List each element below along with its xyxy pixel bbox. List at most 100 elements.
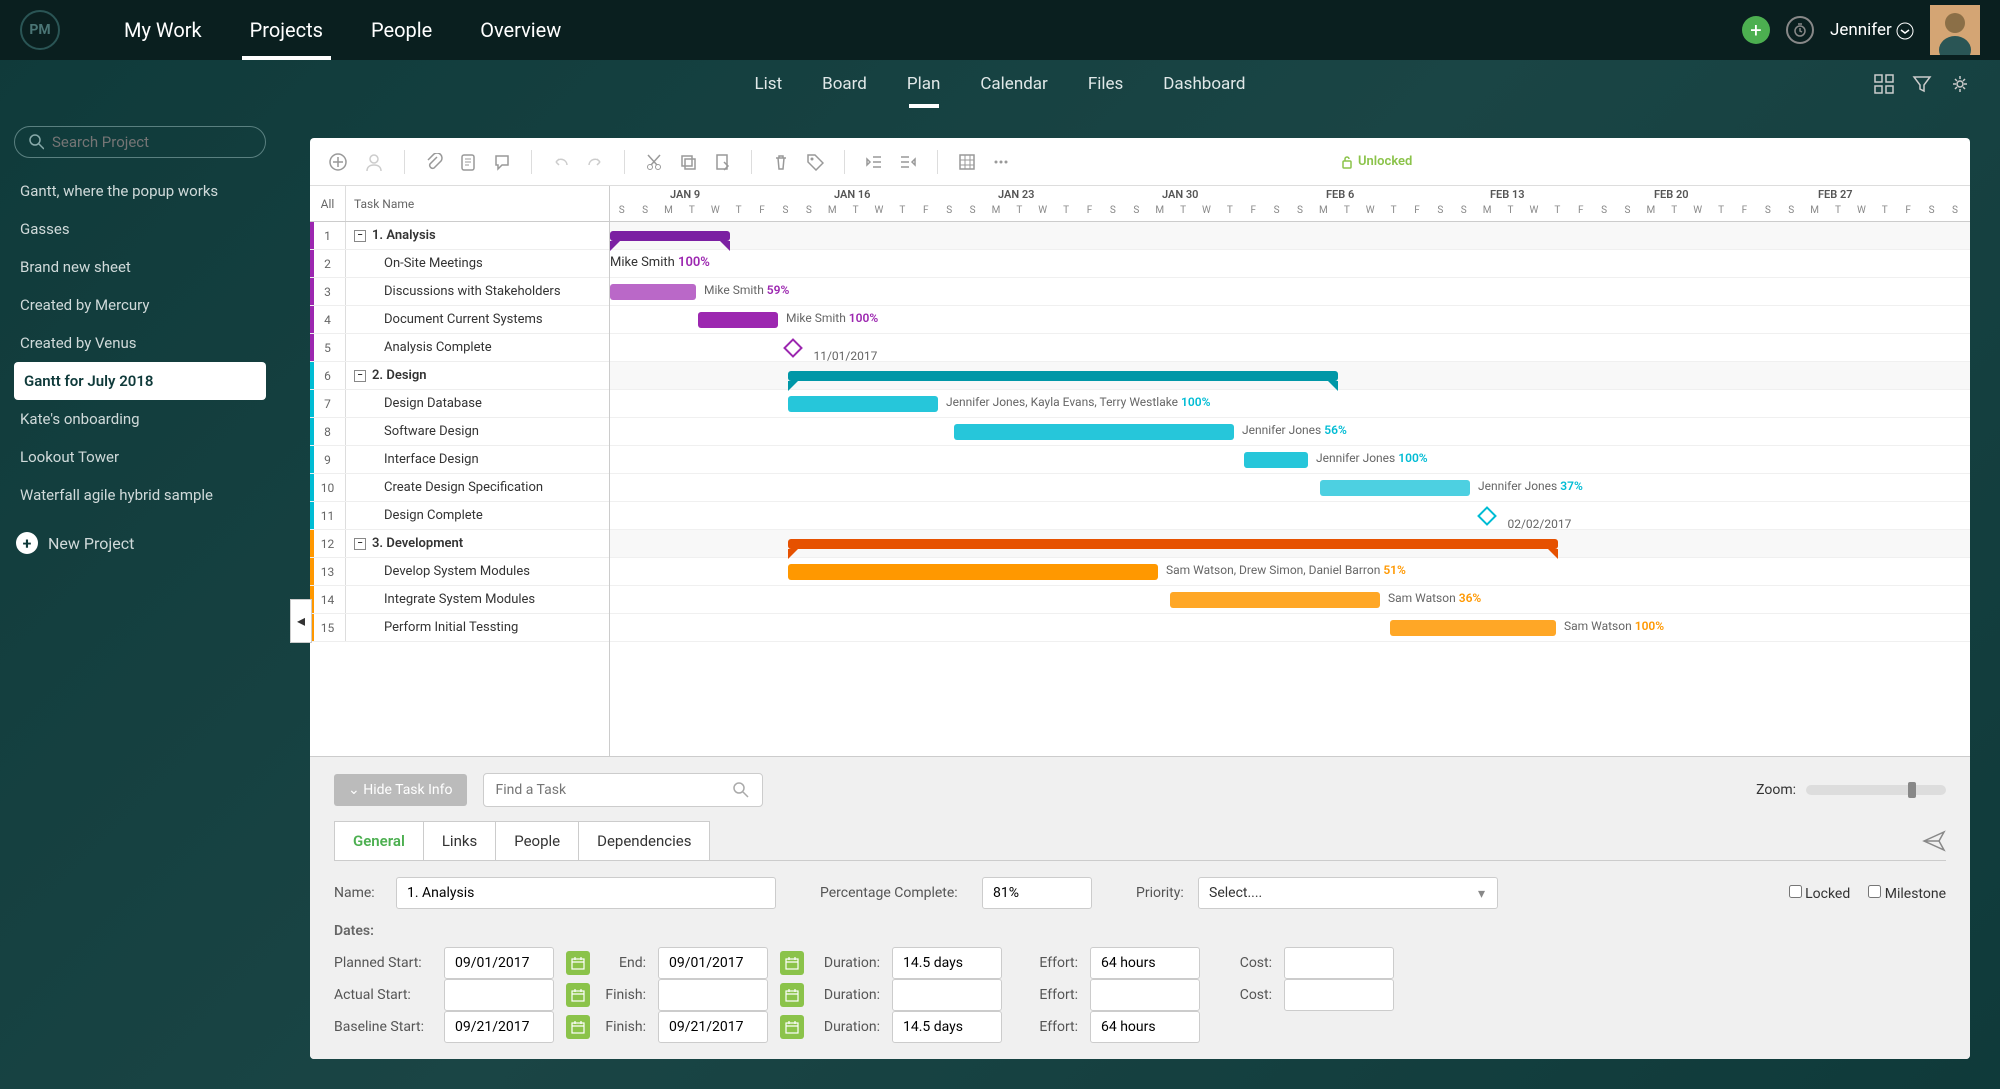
cost-input[interactable] bbox=[1284, 947, 1394, 979]
task-row[interactable]: 4 Document Current Systems bbox=[310, 306, 609, 334]
search-input[interactable] bbox=[52, 133, 251, 151]
copy-icon[interactable] bbox=[679, 153, 697, 171]
project-item[interactable]: Kate's onboarding bbox=[14, 400, 266, 438]
project-item[interactable]: Created by Mercury bbox=[14, 286, 266, 324]
subnav-dashboard[interactable]: Dashboard bbox=[1143, 60, 1265, 108]
add-task-icon[interactable] bbox=[328, 152, 348, 172]
tab-people[interactable]: People bbox=[495, 821, 579, 860]
date-input[interactable] bbox=[658, 979, 768, 1011]
subnav-plan[interactable]: Plan bbox=[887, 60, 961, 108]
summary-bar[interactable] bbox=[788, 539, 1558, 549]
timer-button[interactable] bbox=[1786, 16, 1814, 44]
task-bar[interactable]: Mike Smith 59% bbox=[610, 284, 696, 300]
send-icon[interactable] bbox=[1922, 829, 1946, 853]
task-bar[interactable]: Jennifer Jones, Kayla Evans, Terry Westl… bbox=[788, 396, 938, 412]
paste-icon[interactable] bbox=[713, 153, 731, 171]
collapse-sidebar-handle[interactable]: ◂ bbox=[290, 599, 312, 643]
task-row[interactable]: 15 Perform Initial Tessting bbox=[310, 614, 609, 642]
task-row[interactable]: 8 Software Design bbox=[310, 418, 609, 446]
task-row[interactable]: 1 − 1. Analysis bbox=[310, 222, 609, 250]
lock-status[interactable]: Unlocked bbox=[1340, 154, 1412, 169]
effort-input[interactable] bbox=[1090, 1011, 1200, 1043]
assign-icon[interactable] bbox=[364, 152, 384, 172]
calendar-icon[interactable] bbox=[566, 983, 590, 1007]
comment-icon[interactable] bbox=[493, 153, 511, 171]
grid-view-icon[interactable] bbox=[1874, 74, 1894, 94]
search-project[interactable] bbox=[14, 126, 266, 158]
milestone-marker[interactable]: 11/01/2017 bbox=[783, 338, 803, 358]
task-row[interactable]: 13 Develop System Modules bbox=[310, 558, 609, 586]
nav-overview[interactable]: Overview bbox=[456, 0, 585, 60]
project-item[interactable]: Brand new sheet bbox=[14, 248, 266, 286]
task-row[interactable]: 5 Analysis Complete bbox=[310, 334, 609, 362]
attach-icon[interactable] bbox=[425, 153, 443, 171]
project-item[interactable]: Created by Venus bbox=[14, 324, 266, 362]
project-item[interactable]: Lookout Tower bbox=[14, 438, 266, 476]
subnav-calendar[interactable]: Calendar bbox=[960, 60, 1067, 108]
collapse-icon[interactable]: − bbox=[354, 230, 366, 242]
calendar-icon[interactable] bbox=[780, 983, 804, 1007]
timeline-column[interactable]: JAN 9JAN 16JAN 23JAN 30FEB 6FEB 13FEB 20… bbox=[610, 186, 1970, 756]
task-bar[interactable]: Jennifer Jones 37% bbox=[1320, 480, 1470, 496]
tab-links[interactable]: Links bbox=[423, 821, 496, 860]
zoom-slider[interactable] bbox=[1806, 785, 1946, 795]
pct-field[interactable] bbox=[982, 877, 1092, 909]
task-row[interactable]: 9 Interface Design bbox=[310, 446, 609, 474]
find-task[interactable] bbox=[483, 773, 763, 807]
indent-icon[interactable] bbox=[899, 153, 917, 171]
calendar-icon[interactable] bbox=[566, 1015, 590, 1039]
task-row[interactable]: 14 Integrate System Modules bbox=[310, 586, 609, 614]
task-bar[interactable]: Sam Watson, Drew Simon, Daniel Barron 51… bbox=[788, 564, 1158, 580]
hide-task-info-button[interactable]: ⌄ Hide Task Info bbox=[334, 774, 467, 806]
task-row[interactable]: 12 − 3. Development bbox=[310, 530, 609, 558]
date-input[interactable] bbox=[444, 1011, 554, 1043]
task-bar[interactable]: Mike Smith 100% bbox=[698, 312, 778, 328]
summary-bar[interactable] bbox=[788, 371, 1338, 381]
date-input[interactable] bbox=[444, 947, 554, 979]
duration-input[interactable] bbox=[892, 1011, 1002, 1043]
task-row[interactable]: 3 Discussions with Stakeholders bbox=[310, 278, 609, 306]
task-row[interactable]: 2 On-Site Meetings bbox=[310, 250, 609, 278]
calendar-icon[interactable] bbox=[780, 951, 804, 975]
task-row[interactable]: 7 Design Database bbox=[310, 390, 609, 418]
task-bar[interactable]: Jennifer Jones 56% bbox=[954, 424, 1234, 440]
calendar-icon[interactable] bbox=[566, 951, 590, 975]
select-all[interactable]: All bbox=[310, 186, 346, 221]
subnav-board[interactable]: Board bbox=[802, 60, 887, 108]
date-input[interactable] bbox=[658, 1011, 768, 1043]
milestone-marker[interactable]: 02/02/2017 bbox=[1477, 506, 1497, 526]
date-input[interactable] bbox=[658, 947, 768, 979]
task-bar[interactable]: Sam Watson 36% bbox=[1170, 592, 1380, 608]
priority-select[interactable]: Select.... bbox=[1198, 877, 1498, 909]
project-item[interactable]: Gantt, where the popup works bbox=[14, 172, 266, 210]
note-icon[interactable] bbox=[459, 153, 477, 171]
task-row[interactable]: 11 Design Complete bbox=[310, 502, 609, 530]
outdent-icon[interactable] bbox=[865, 153, 883, 171]
tab-general[interactable]: General bbox=[334, 821, 424, 860]
project-item[interactable]: Gantt for July 2018 bbox=[14, 362, 266, 400]
milestone-checkbox[interactable]: Milestone bbox=[1868, 885, 1946, 902]
nav-my-work[interactable]: My Work bbox=[100, 0, 226, 60]
subnav-files[interactable]: Files bbox=[1068, 60, 1143, 108]
project-item[interactable]: Waterfall agile hybrid sample bbox=[14, 476, 266, 514]
effort-input[interactable] bbox=[1090, 947, 1200, 979]
undo-icon[interactable] bbox=[552, 153, 570, 171]
calendar-icon[interactable] bbox=[780, 1015, 804, 1039]
effort-input[interactable] bbox=[1090, 979, 1200, 1011]
delete-icon[interactable] bbox=[772, 153, 790, 171]
nav-people[interactable]: People bbox=[347, 0, 456, 60]
name-field[interactable] bbox=[396, 877, 776, 909]
redo-icon[interactable] bbox=[586, 153, 604, 171]
task-bar[interactable]: Jennifer Jones 100% bbox=[1244, 452, 1308, 468]
user-menu[interactable]: Jennifer bbox=[1830, 20, 1914, 40]
summary-bar[interactable] bbox=[610, 231, 730, 241]
cut-icon[interactable] bbox=[645, 153, 663, 171]
tag-icon[interactable] bbox=[806, 153, 824, 171]
columns-icon[interactable] bbox=[958, 153, 976, 171]
date-input[interactable] bbox=[444, 979, 554, 1011]
locked-checkbox[interactable]: Locked bbox=[1789, 885, 1851, 902]
duration-input[interactable] bbox=[892, 979, 1002, 1011]
avatar[interactable] bbox=[1930, 5, 1980, 55]
cost-input[interactable] bbox=[1284, 979, 1394, 1011]
filter-icon[interactable] bbox=[1912, 74, 1932, 94]
